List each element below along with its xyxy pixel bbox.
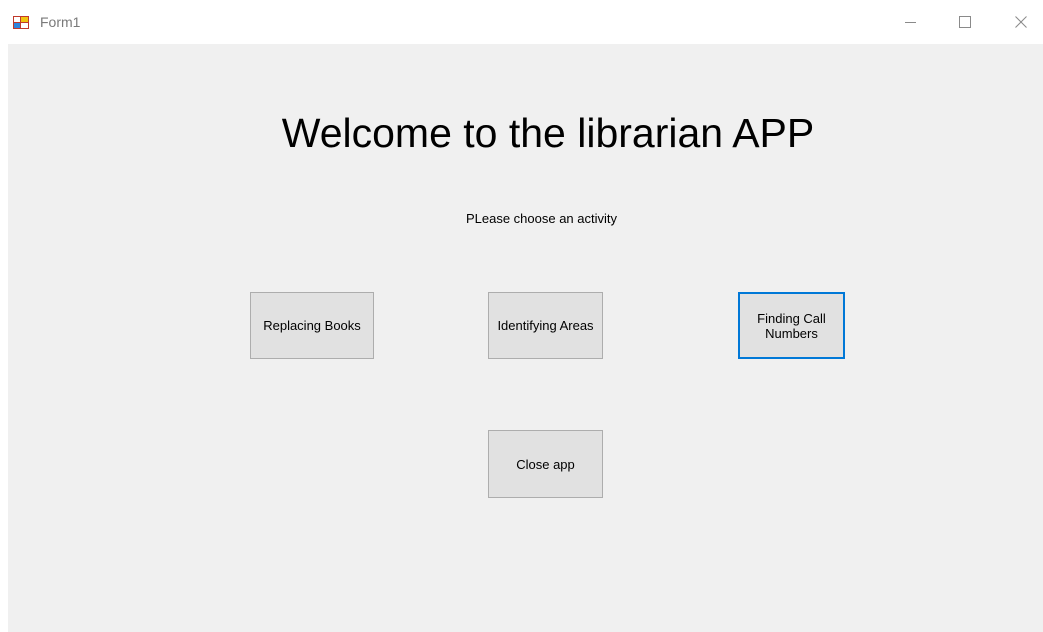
maximize-icon bbox=[959, 16, 971, 28]
close-icon bbox=[1015, 16, 1027, 28]
finding-call-numbers-button[interactable]: Finding Call Numbers bbox=[738, 292, 845, 359]
window-title: Form1 bbox=[40, 14, 81, 30]
form-client-area: Welcome to the librarian APP PLease choo… bbox=[8, 44, 1043, 632]
windows-form-icon bbox=[13, 14, 29, 30]
maximize-button[interactable] bbox=[942, 0, 988, 44]
instruction-label: PLease choose an activity bbox=[465, 211, 618, 226]
minimize-button[interactable] bbox=[888, 0, 934, 44]
page-title: Welcome to the librarian APP bbox=[281, 110, 815, 156]
minimize-icon bbox=[905, 22, 916, 23]
close-app-button[interactable]: Close app bbox=[488, 430, 603, 498]
replacing-books-button[interactable]: Replacing Books bbox=[250, 292, 374, 359]
close-window-button[interactable] bbox=[998, 0, 1043, 44]
title-bar[interactable]: Form1 bbox=[0, 0, 1043, 44]
app-window: Form1 Welcome to the librarian APP PLeas… bbox=[0, 0, 1043, 632]
identifying-areas-button[interactable]: Identifying Areas bbox=[488, 292, 603, 359]
